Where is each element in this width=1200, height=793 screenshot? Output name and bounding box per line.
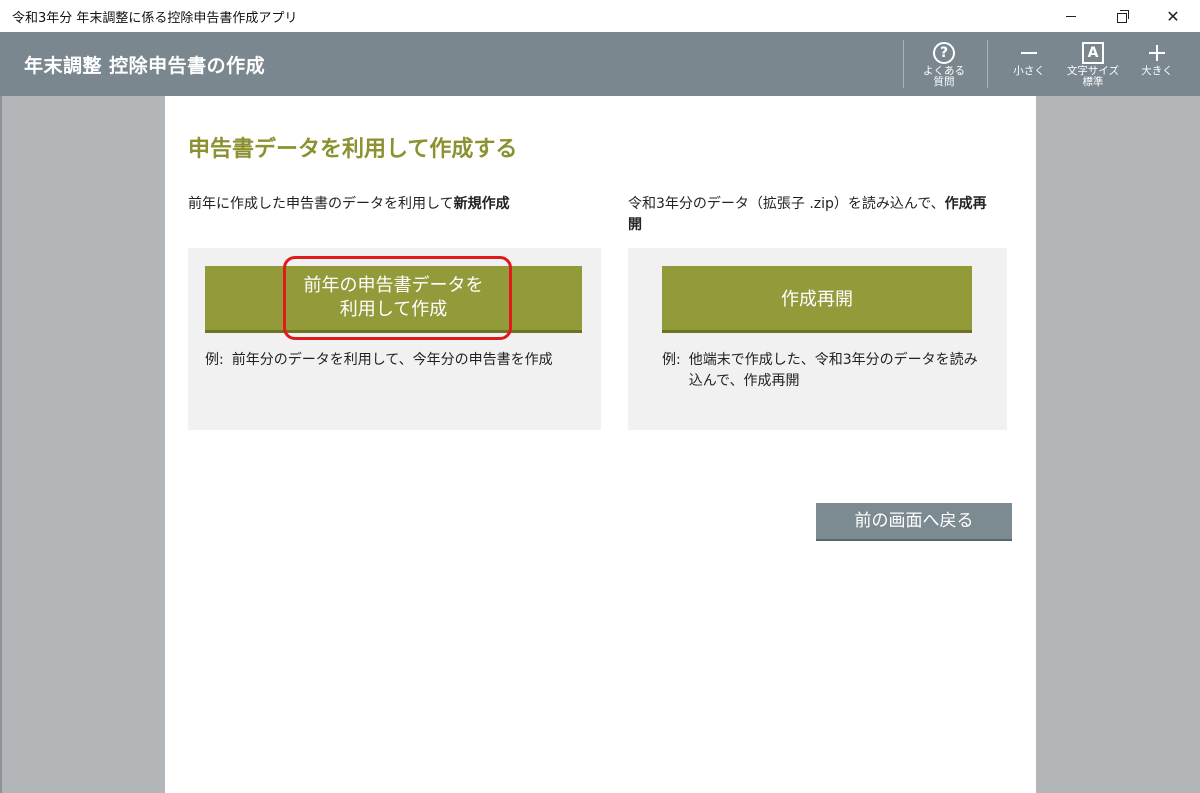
minimize-button[interactable] (1048, 0, 1094, 32)
faq-label-2: 質問 (933, 76, 955, 88)
left-example-label: 例: (205, 352, 224, 368)
prior-year-card: 前年の申告書データを 利用して作成 例: 前年分のデータを利用して、今年分の申告… (188, 248, 601, 430)
app-header: 年末調整 控除申告書の作成 ? よくある 質問 小さく A 文字サイズ 標準 大… (0, 32, 1200, 96)
main-panel: 申告書データを利用して作成する 前年に作成した申告書のデータを利用して新規作成 … (165, 96, 1036, 793)
font-larger-label: 大きく (1141, 65, 1173, 77)
minimize-icon (1066, 15, 1076, 17)
font-smaller-label: 小さく (1013, 65, 1045, 77)
left-example-text: 前年分のデータを利用して、今年分の申告書を作成 (231, 352, 553, 368)
right-description: 令和3年分のデータ（拡張子 .zip）を読み込んで、作成再開 (628, 194, 988, 236)
left-description-bold: 新規作成 (453, 196, 510, 212)
minus-icon (1021, 52, 1037, 54)
restore-icon (1117, 10, 1129, 23)
create-from-prior-year-button[interactable]: 前年の申告書データを 利用して作成 (205, 266, 582, 330)
app-title: 年末調整 控除申告書の作成 (24, 55, 266, 77)
back-button[interactable]: 前の画面へ戻る (816, 503, 1012, 539)
left-description-text: 前年に作成した申告書のデータを利用して (188, 196, 454, 212)
header-divider (903, 40, 904, 88)
text-size-icon: A (1082, 42, 1104, 64)
font-larger-button[interactable]: 大きく (1126, 40, 1188, 92)
right-description-text: 令和3年分のデータ（拡張子 .zip）を読み込んで、 (628, 196, 945, 212)
window-title: 令和3年分 年末調整に係る控除申告書作成アプリ (12, 11, 298, 26)
create-from-prior-year-label-2: 利用して作成 (339, 299, 448, 320)
help-icon: ? (933, 42, 955, 64)
resume-creation-button[interactable]: 作成再開 (662, 266, 972, 330)
left-example: 例: 前年分のデータを利用して、今年分の申告書を作成 (205, 350, 585, 371)
close-icon: ✕ (1166, 6, 1180, 26)
window-titlebar: 令和3年分 年末調整に係る控除申告書作成アプリ ✕ (0, 0, 1200, 32)
resume-creation-label: 作成再開 (781, 289, 853, 310)
create-from-prior-year-label-1: 前年の申告書データを (303, 275, 484, 296)
header-divider (987, 40, 988, 88)
page-heading: 申告書データを利用して作成する (188, 137, 518, 162)
right-example-text: 他端末で作成した、令和3年分のデータを読み込んで、作成再開 (688, 352, 978, 389)
font-size-standard-button[interactable]: A 文字サイズ 標準 (1062, 40, 1124, 92)
faq-button[interactable]: ? よくある 質問 (913, 40, 975, 92)
left-description: 前年に作成した申告書のデータを利用して新規作成 (188, 194, 510, 215)
close-button[interactable]: ✕ (1150, 0, 1196, 32)
plus-icon (1149, 45, 1165, 61)
right-example: 例: 他端末で作成した、令和3年分のデータを読み込んで、作成再開 (662, 350, 982, 392)
font-smaller-button[interactable]: 小さく (998, 40, 1060, 92)
restore-button[interactable] (1100, 0, 1146, 32)
font-size-label-2: 標準 (1082, 76, 1104, 88)
right-example-label: 例: (662, 352, 681, 368)
resume-card: 作成再開 例: 他端末で作成した、令和3年分のデータを読み込んで、作成再開 (628, 248, 1007, 430)
window-left-edge (0, 96, 2, 793)
